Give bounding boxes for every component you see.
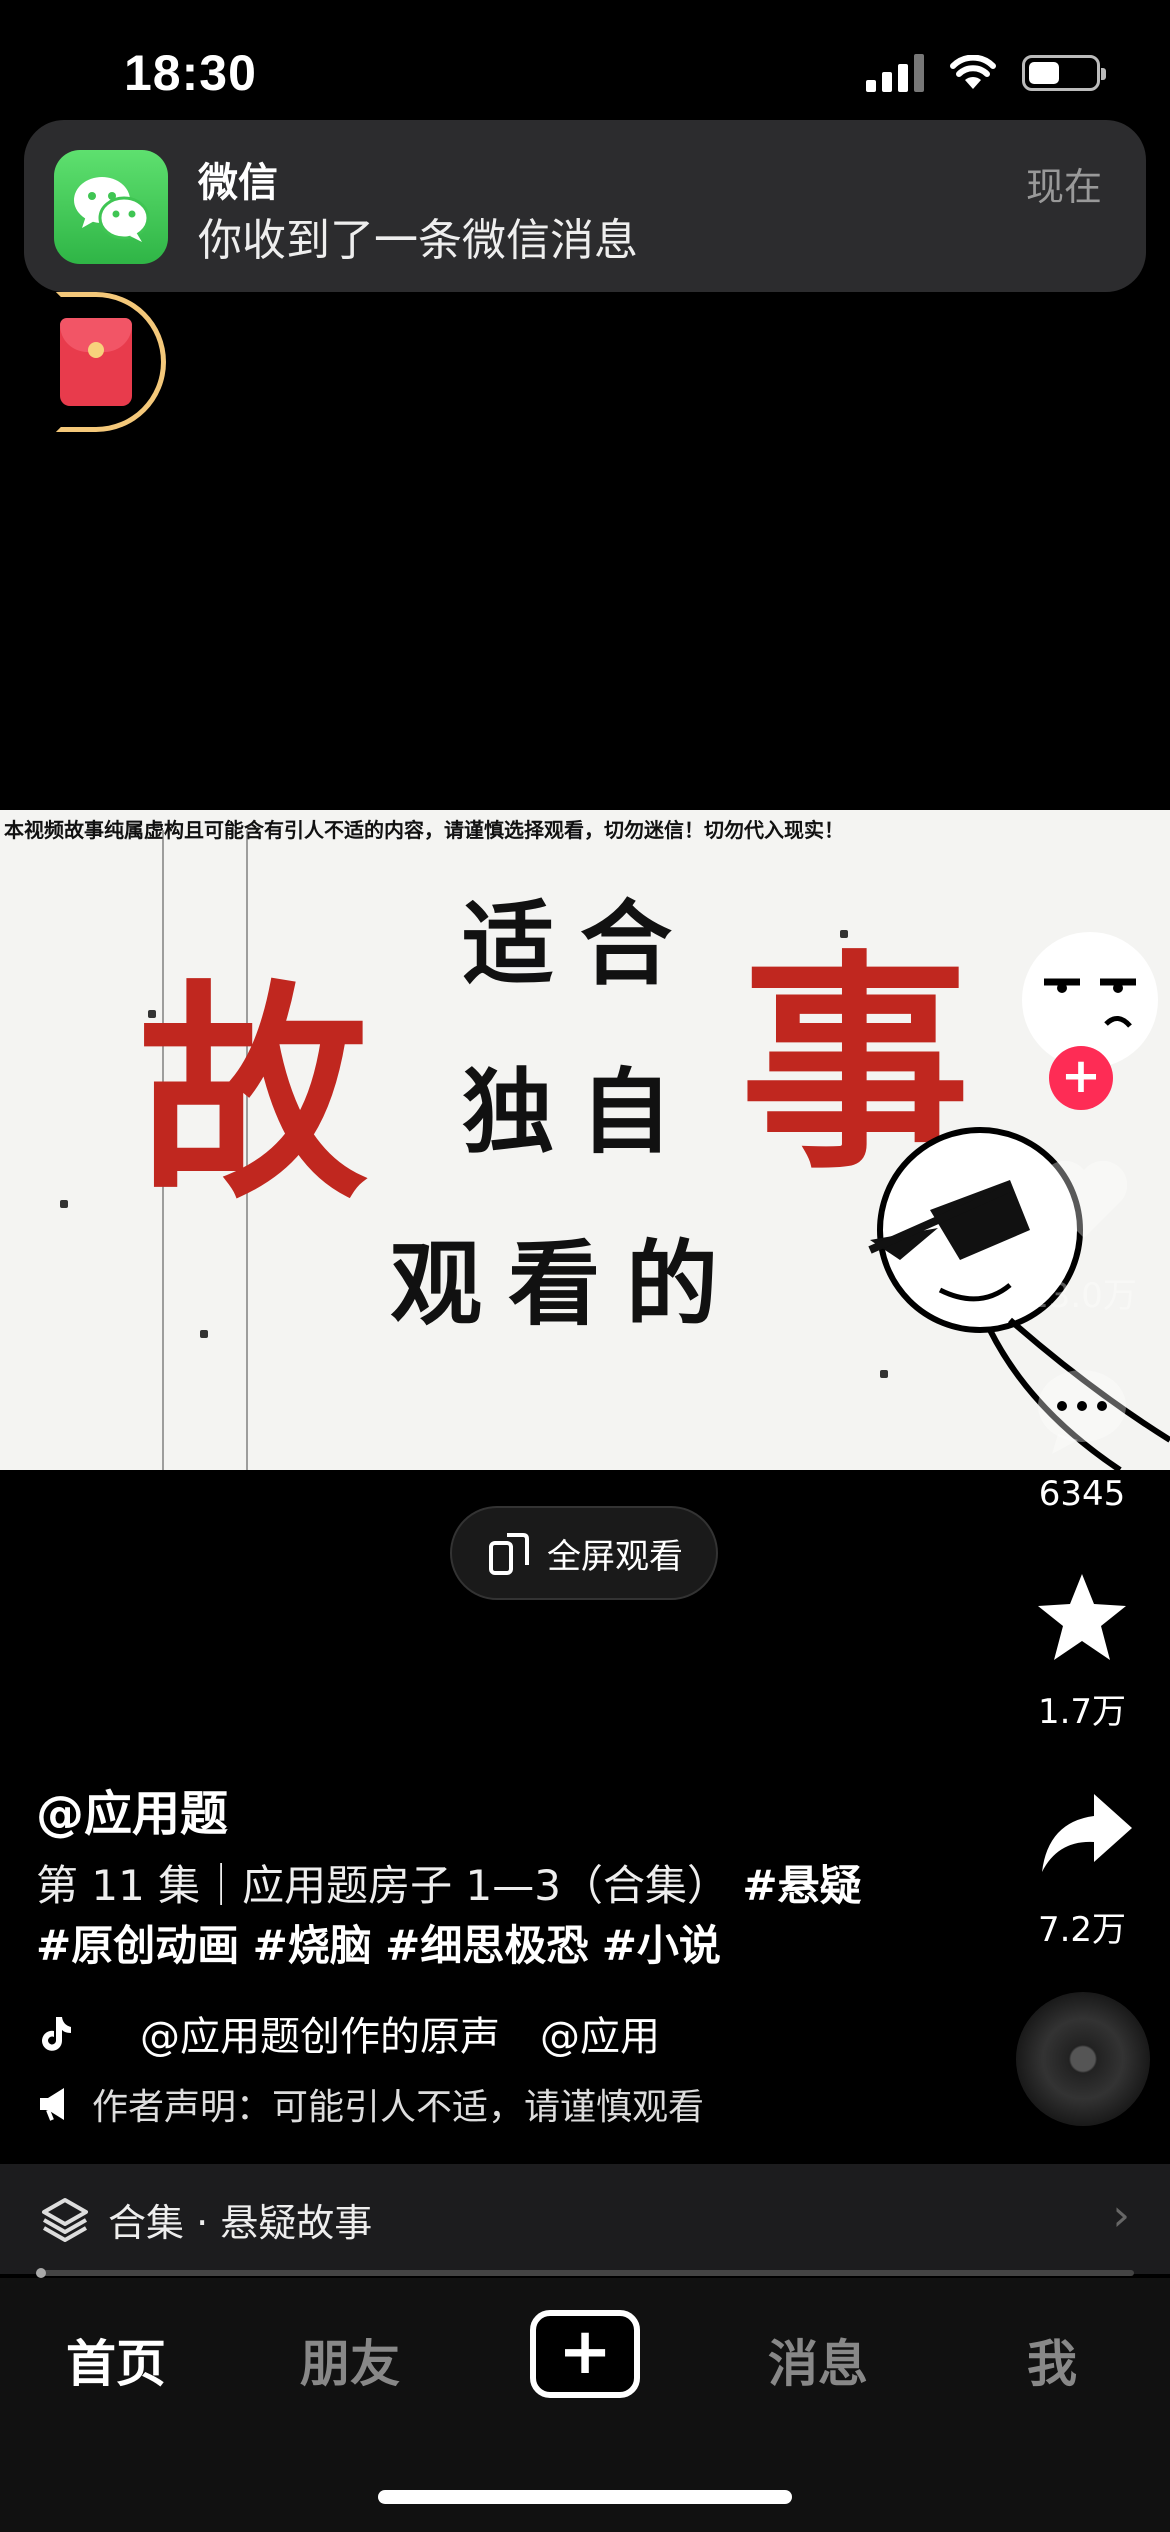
title-line-1: 适合 [462,890,699,998]
notification-message: 你收到了一条微信消息 [198,215,638,266]
status-icons [866,54,1106,92]
create-post-button[interactable]: + [530,2310,640,2398]
post-description: 第 11 集｜应用题房子 1—3（合集） #悬疑 #原创动画 #烧脑 #细思极恐… [36,1856,896,1976]
red-packet-icon[interactable] [60,318,132,406]
tab-home[interactable]: 首页 [36,2324,196,2396]
wifi-icon [950,55,996,89]
favorite-star-icon[interactable] [1032,1568,1132,1668]
ink-speck [200,1330,208,1338]
chevron-right-icon: › [1112,2190,1130,2241]
music-row[interactable]: @应用题创作的原声 @应用 [36,2004,726,2062]
like-count: 13.0万 [1027,1276,1137,1316]
tiktok-note-icon [42,2017,71,2051]
battery-icon [1022,55,1106,91]
tab-me[interactable]: 我 [972,2324,1132,2396]
title-line-3: 观看的 [390,1230,745,1338]
layers-icon [42,2198,88,2242]
title-line-2: 独自 [462,1058,699,1166]
megaphone-icon [40,2088,64,2121]
collection-bar[interactable]: 合集 · 悬疑故事 › [0,2164,1170,2274]
author-notice-row: 作者声明：可能引人不适，请谨慎观看 [36,2078,704,2130]
wechat-icon [54,150,168,264]
share-arrow-icon[interactable] [1036,1788,1136,1878]
video-progress-handle[interactable] [36,2268,46,2278]
hashtag[interactable]: #原创动画 [36,1921,239,1970]
wechat-notification[interactable]: 微信 你收到了一条微信消息 现在 [24,120,1146,292]
heart-icon[interactable] [1034,1150,1134,1250]
notification-time: 现在 [1025,165,1102,209]
status-time: 18:30 [124,45,257,101]
hashtag[interactable]: #细思极恐 [385,1921,588,1970]
hashtag[interactable]: #悬疑 [742,1861,861,1910]
hashtag[interactable]: #小说 [602,1921,721,1970]
comment-count: 6345 [1038,1474,1126,1514]
music-title: @应用题创作的原声 @应用 [140,2014,660,2060]
title-red-left: 故 [138,960,369,1230]
music-disc-icon[interactable] [1016,1992,1150,2126]
hashtag[interactable]: #烧脑 [253,1921,372,1970]
fullscreen-label: 全屏观看 [547,1536,683,1577]
tab-friends[interactable]: 朋友 [270,2324,430,2396]
video-progress-bar[interactable] [36,2270,1134,2276]
cellular-signal-icon [866,54,924,92]
video-player[interactable]: 本视频故事纯属虚构且可能含有引人不适的内容，请谨慎选择观看，切勿迷信！切勿代入现… [0,810,1170,1470]
home-indicator [378,2490,792,2504]
tab-messages[interactable]: 消息 [738,2324,898,2396]
follow-plus-button[interactable]: + [1049,1046,1113,1110]
fullscreen-button[interactable]: 全屏观看 [450,1506,718,1600]
author-handle[interactable]: @应用题 [36,1774,228,1844]
collection-label: 合集 · 悬疑故事 [108,2201,373,2245]
ink-speck [60,1200,68,1208]
comment-icon[interactable] [1032,1364,1132,1456]
share-count: 7.2万 [1037,1910,1127,1950]
episode-text: 第 11 集｜应用题房子 1—3（合集） [36,1861,729,1910]
video-disclaimer: 本视频故事纯属虚构且可能含有引人不适的内容，请谨慎选择观看，切勿迷信！切勿代入现… [4,818,844,842]
notification-app-name: 微信 [198,160,278,206]
favorite-count: 1.7万 [1037,1692,1127,1732]
author-notice: 作者声明：可能引人不适，请谨慎观看 [92,2087,705,2128]
rotate-phone-icon [489,1533,529,1575]
